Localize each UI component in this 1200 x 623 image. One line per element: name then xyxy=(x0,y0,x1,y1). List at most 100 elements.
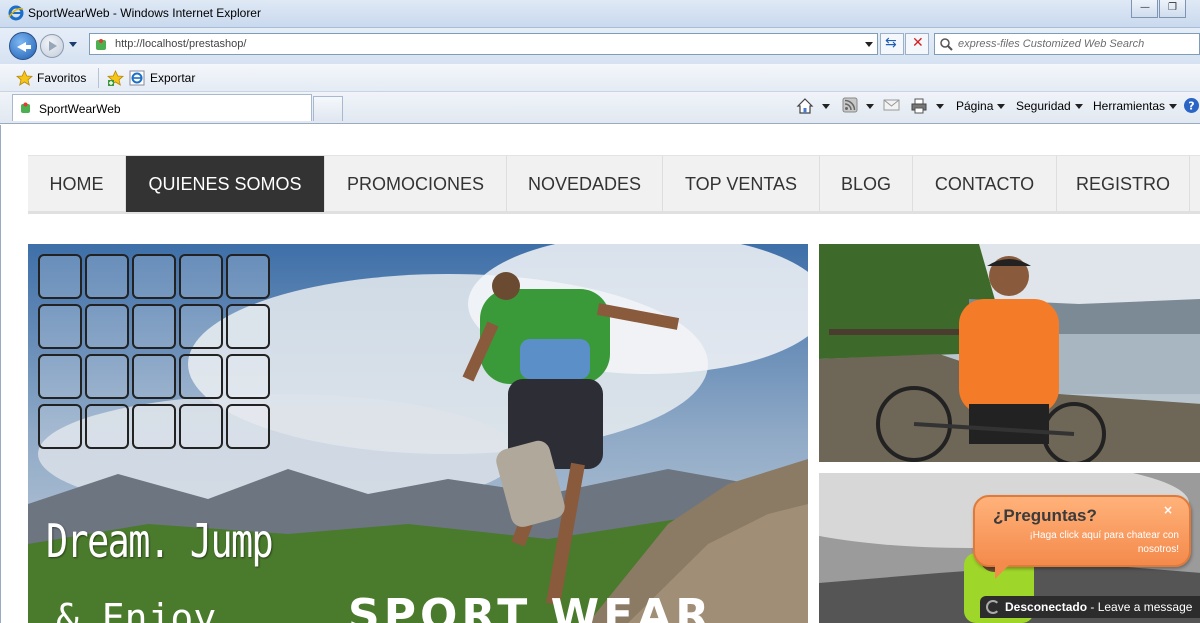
search-input[interactable]: express-files Customized Web Search xyxy=(934,33,1200,55)
sport-archery-icon xyxy=(179,254,223,299)
menu-label: TOP VENTAS xyxy=(684,173,798,194)
print-icon[interactable] xyxy=(910,97,928,115)
sport-hockey-icon xyxy=(38,354,82,399)
menu-label: BLOG xyxy=(840,173,892,194)
address-url[interactable]: http://localhost/prestashop/ xyxy=(115,38,246,50)
menu-item-registro[interactable]: REGISTRO xyxy=(1057,156,1190,212)
maximize-button[interactable]: ❐ xyxy=(1159,0,1186,18)
window-title: SportWearWeb - Windows Internet Explorer xyxy=(28,6,261,20)
chat-invitation-bubble[interactable]: ¿Preguntas? × ¡Haga click aquí para chat… xyxy=(973,495,1191,579)
search-placeholder: express-files Customized Web Search xyxy=(958,38,1145,50)
cyclist-image xyxy=(819,244,1200,462)
search-icon xyxy=(940,38,953,51)
add-favorite-icon[interactable] xyxy=(107,70,124,86)
minimize-icon: — xyxy=(1140,2,1150,13)
menu-label: HOME xyxy=(49,173,104,194)
sport-boxing-icon xyxy=(38,254,82,299)
recent-pages-dropdown-icon[interactable] xyxy=(69,42,77,47)
menu-item-blog[interactable]: BLOG xyxy=(820,156,913,212)
sport-judo-icon xyxy=(85,404,129,449)
sport-gymnastics-icon xyxy=(85,354,129,399)
sport-fencing-icon xyxy=(179,354,223,399)
side-banner-cyclist[interactable] xyxy=(819,244,1200,462)
menu-item-home[interactable]: HOME xyxy=(28,156,126,212)
menu-label: CONTACTO xyxy=(934,173,1035,194)
mail-icon[interactable] xyxy=(883,97,900,113)
help-icon[interactable]: ? xyxy=(1183,97,1200,114)
tools-caret-icon xyxy=(1169,104,1178,110)
sport-cycling-icon xyxy=(132,354,176,399)
chat-close-icon[interactable]: × xyxy=(1163,503,1173,517)
sport-basketball-icon xyxy=(85,304,129,349)
print-dropdown-icon[interactable] xyxy=(936,104,944,109)
sport-dance-icon xyxy=(38,404,82,449)
menu-item-contacto[interactable]: CONTACTO xyxy=(913,156,1057,212)
restore-icon: ❐ xyxy=(1168,2,1177,13)
toolbar-divider xyxy=(98,68,99,88)
chat-status-text: Desconectado - Leave a message xyxy=(1005,600,1192,614)
refresh-button[interactable]: ⇆ xyxy=(880,33,904,55)
tab-command-bar: SportWearWeb Página Seguridad Herramient… xyxy=(0,92,1200,124)
address-dropdown-icon[interactable] xyxy=(865,42,873,47)
menu-item-top-ventas[interactable]: TOP VENTAS xyxy=(663,156,820,212)
menu-item-quienes-somos[interactable]: QUIENES SOMOS xyxy=(126,156,325,212)
favorites-star-icon[interactable] xyxy=(16,70,33,86)
security-menu[interactable]: Seguridad xyxy=(1016,99,1083,113)
export-link[interactable]: Exportar xyxy=(150,71,195,85)
feed-dropdown-icon[interactable] xyxy=(866,104,874,109)
home-icon[interactable] xyxy=(796,97,814,115)
sport-baseball-icon xyxy=(132,254,176,299)
page-menu-label: Página xyxy=(956,99,994,113)
tab-sportwearweb[interactable]: SportWearWeb xyxy=(12,94,312,121)
tab-label: SportWearWeb xyxy=(39,102,121,116)
new-tab-button[interactable] xyxy=(313,96,343,121)
rss-feed-icon[interactable] xyxy=(842,97,858,113)
page-menu[interactable]: Página xyxy=(956,99,1006,113)
sport-running-icon xyxy=(179,304,223,349)
page-caret-icon xyxy=(997,104,1006,110)
stop-icon: ✕ xyxy=(912,35,924,51)
navigation-bar: http://localhost/prestashop/ ⇆ ✕ express… xyxy=(0,28,1200,64)
hero-line2-left: & Enjoy xyxy=(56,596,217,623)
menu-item-novedades[interactable]: NOVEDADES xyxy=(507,156,663,212)
site-main-menu: HOME QUIENES SOMOS PROMOCIONES NOVEDADES… xyxy=(28,155,1200,214)
chat-status-action[interactable]: - Leave a message xyxy=(1090,600,1192,614)
sport-tennis-icon xyxy=(38,304,82,349)
chat-status-icon xyxy=(986,600,1000,614)
browser-window: SportWearWeb - Windows Internet Explorer… xyxy=(0,0,1200,623)
hero-headline: Dream. Jump xyxy=(46,514,274,568)
forward-button[interactable] xyxy=(40,34,64,58)
menu-label: REGISTRO xyxy=(1075,173,1170,194)
sport-diving-icon xyxy=(132,404,176,449)
menu-item-promociones[interactable]: PROMOCIONES xyxy=(325,156,507,212)
tab-favicon-icon xyxy=(21,102,30,113)
home-dropdown-icon[interactable] xyxy=(822,104,830,109)
sport-swimming-icon xyxy=(179,404,223,449)
sport-volleyball-icon xyxy=(226,304,270,349)
hero-line2-right: SPORT WEAR xyxy=(348,590,714,623)
address-bar[interactable]: http://localhost/prestashop/ xyxy=(89,33,878,55)
sport-soccer-icon xyxy=(226,254,270,299)
menu-label: NOVEDADES xyxy=(527,173,642,194)
export-ie-icon xyxy=(129,70,145,86)
site-favicon-icon xyxy=(96,39,106,50)
stop-button[interactable]: ✕ xyxy=(905,33,929,55)
favorites-bar: Favoritos Exportar xyxy=(0,64,1200,92)
sport-weightlifting-icon xyxy=(85,254,129,299)
tools-menu[interactable]: Herramientas xyxy=(1093,99,1178,113)
minimize-button[interactable]: — xyxy=(1131,0,1158,18)
tools-menu-label: Herramientas xyxy=(1093,99,1166,113)
chat-title: ¿Preguntas? xyxy=(993,506,1097,525)
back-button[interactable] xyxy=(9,32,37,60)
hero-banner[interactable]: Dream. Jump & Enjoy SPORT WEAR xyxy=(28,244,808,623)
chat-status: Desconectado xyxy=(1005,600,1088,614)
menu-label: QUIENES SOMOS xyxy=(148,173,302,194)
title-bar: SportWearWeb - Windows Internet Explorer… xyxy=(0,0,1200,28)
menu-label: PROMOCIONES xyxy=(346,173,484,194)
sport-martial-arts-icon xyxy=(132,304,176,349)
favorites-button[interactable]: Favoritos xyxy=(37,71,86,85)
chat-subtitle: ¡Haga click aquí para chatear con nosotr… xyxy=(1029,530,1179,555)
security-caret-icon xyxy=(1074,104,1083,110)
chat-status-bar[interactable]: Desconectado - Leave a message xyxy=(980,596,1200,618)
svg-text:?: ? xyxy=(1188,100,1194,113)
